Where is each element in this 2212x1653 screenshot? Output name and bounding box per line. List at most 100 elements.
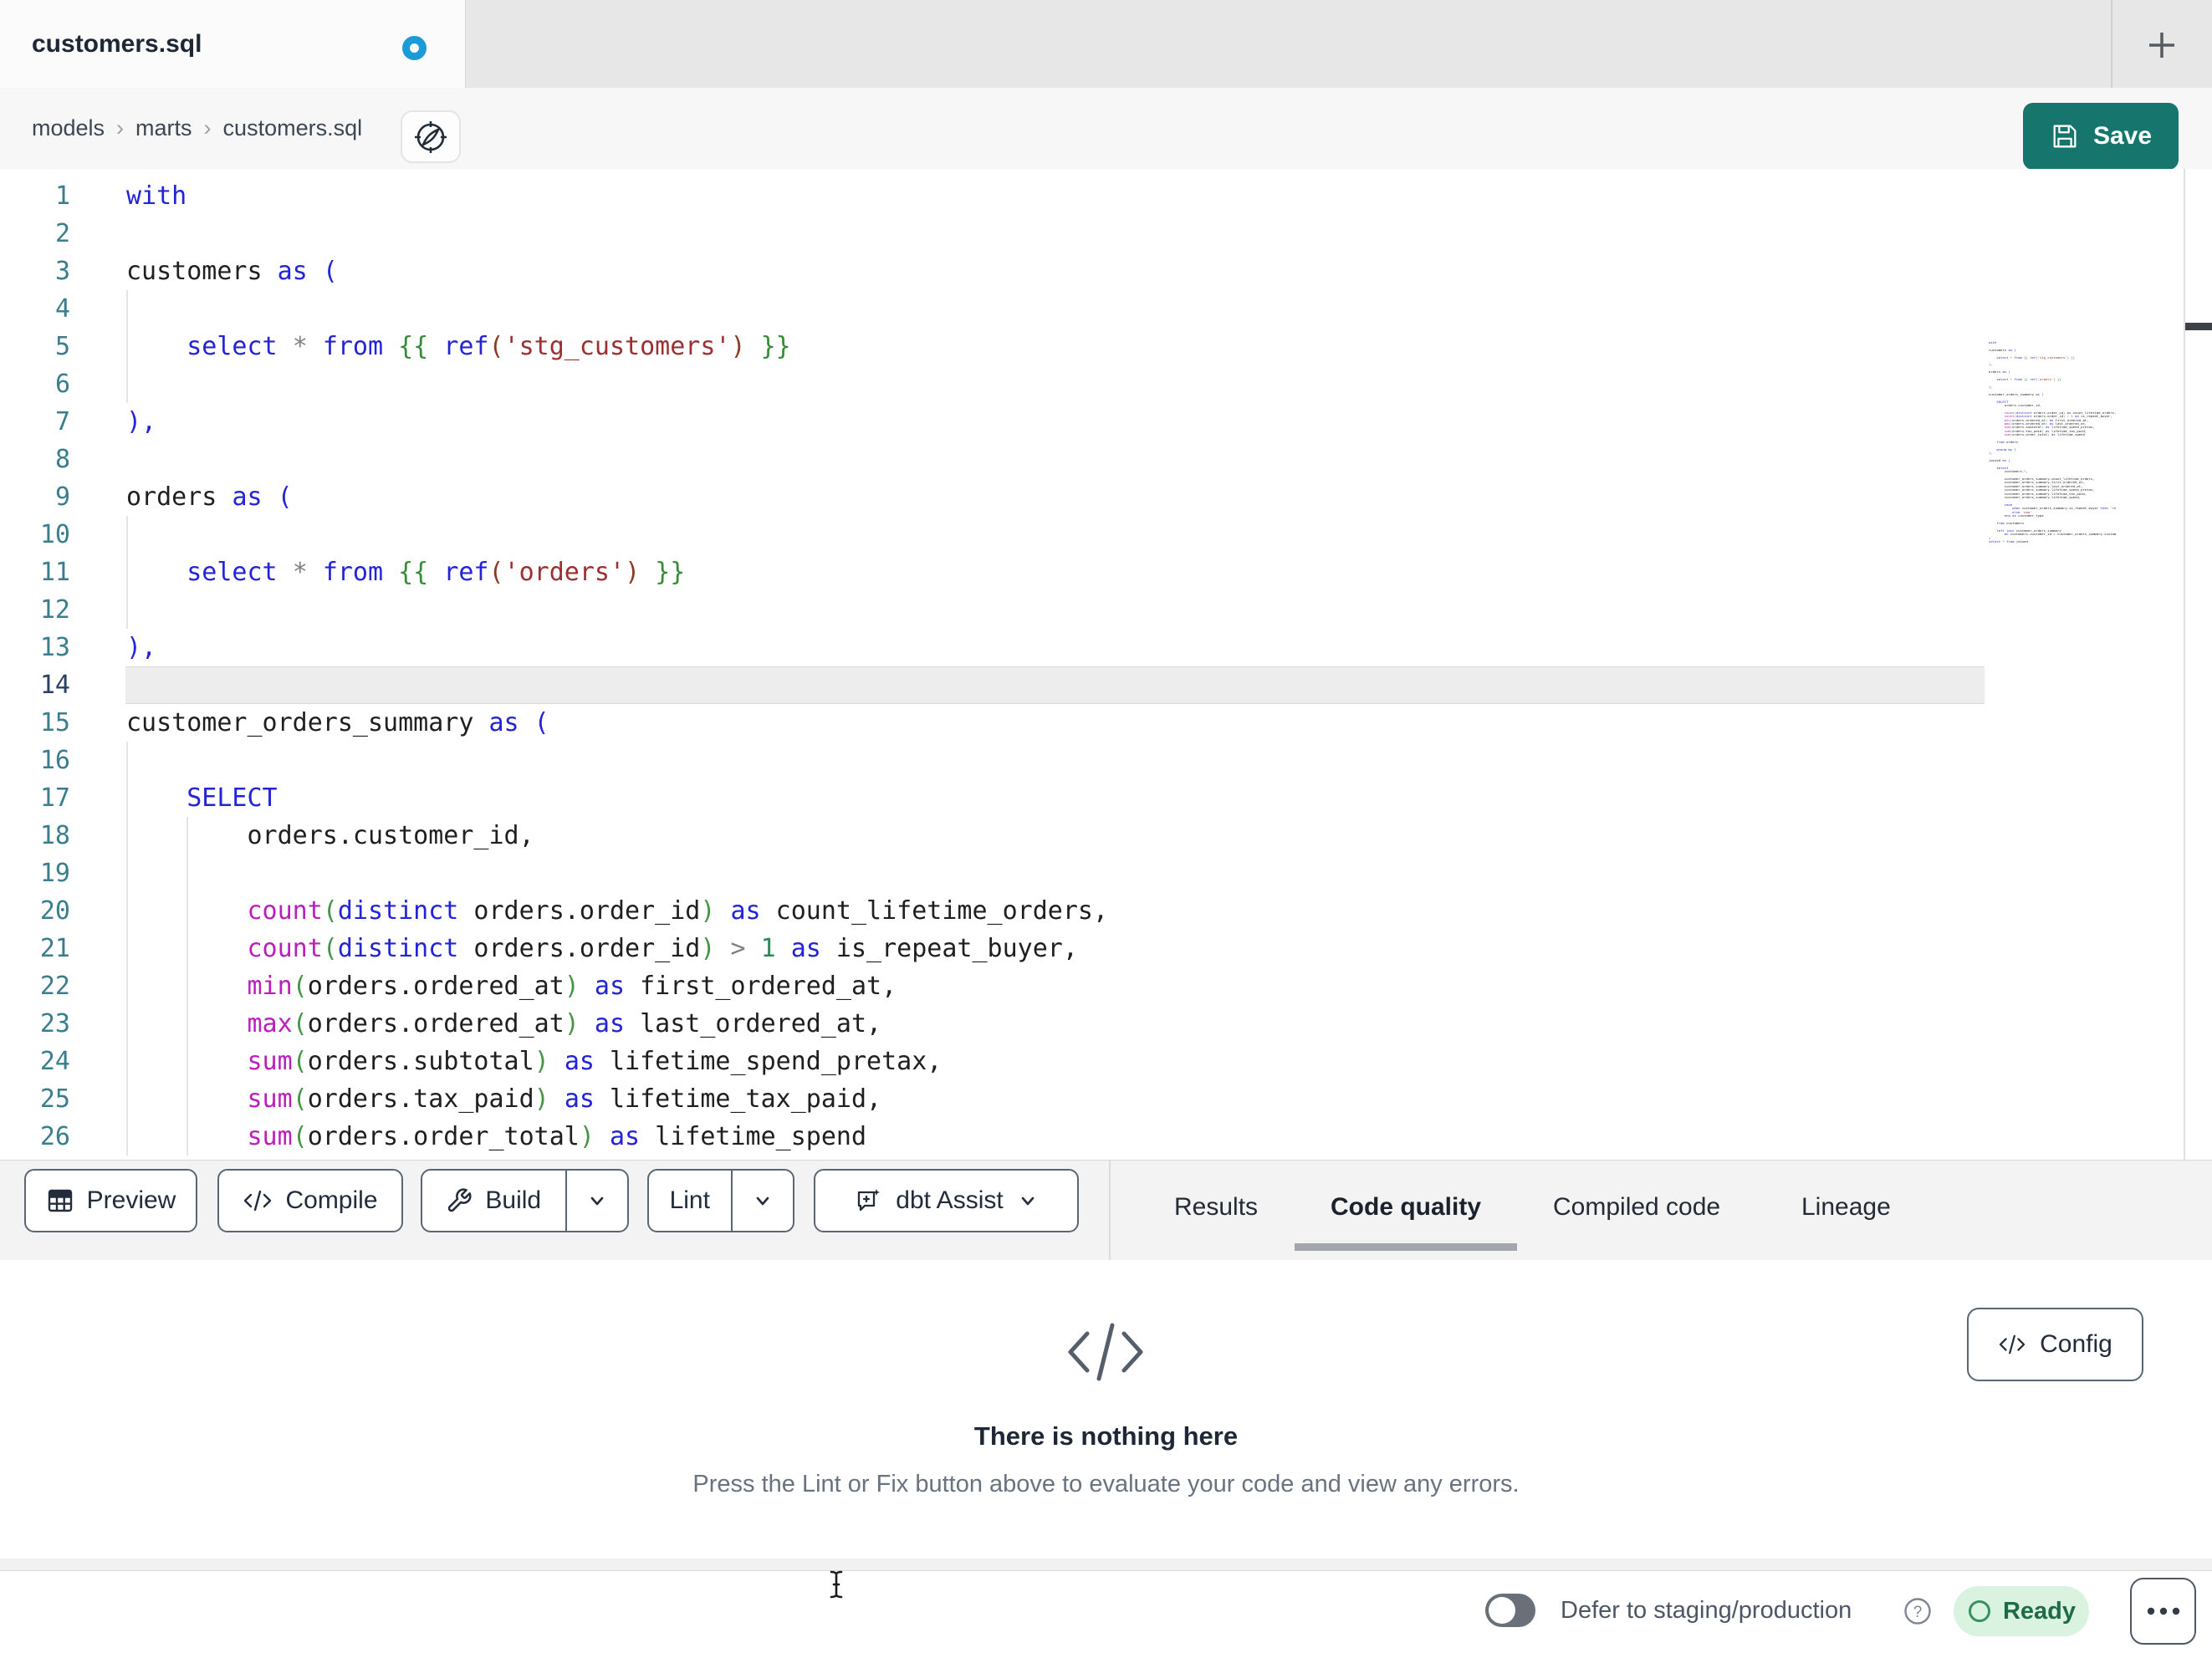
editor-scrollbar-track [2184,169,2185,1160]
compile-button-label: Compile [285,1186,378,1214]
code-line-9[interactable]: 9 orders as ( [0,478,2212,516]
code-editor[interactable]: 1 with 2 3 customers as (4 5 select * from … [0,169,2212,1160]
more-options-button[interactable] [2130,1578,2196,1645]
toggle-knob [1489,1597,1515,1624]
code-line-text: select * from {{ ref('stg_customers') }} [186,332,791,361]
line-number: 13 [39,633,70,662]
preview-button[interactable]: Preview [24,1169,197,1232]
code-line-text: sum(orders.subtotal) as lifetime_spend_p… [247,1047,943,1076]
breadcrumb-item-marts[interactable]: marts [135,115,192,140]
line-number: 6 [54,370,70,399]
status-circle-icon [1967,1599,1992,1624]
line-number: 19 [39,859,70,888]
code-line-3[interactable]: 3 customers as ( [0,253,2212,290]
dbt-assist-button[interactable]: dbt Assist [814,1169,1079,1232]
help-icon[interactable]: ? [1903,1597,1932,1625]
code-line-18[interactable]: 18 orders.customer_id, [0,817,2212,855]
code-line-5[interactable]: 5 select * from {{ ref('stg_customers') … [0,328,2212,365]
defer-toggle[interactable] [1485,1594,1535,1627]
breadcrumb-row: models › marts › customers.sql Save [0,88,2212,170]
code-line-text: customers as ( [126,257,338,286]
config-button[interactable]: Config [1967,1308,2143,1381]
line-number: 12 [39,595,70,625]
code-line-text: customer_orders_summary as ( [126,708,549,737]
save-button[interactable]: Save [2023,103,2179,170]
code-line-16[interactable]: 16 [0,742,2212,779]
compile-button[interactable]: Compile [217,1169,403,1232]
defer-label: Defer to staging/production [1561,1597,1852,1624]
code-line-2[interactable]: 2 [0,215,2212,253]
line-number: 10 [39,520,70,549]
code-line-11[interactable]: 11 select * from {{ ref('orders') }} [0,554,2212,591]
file-lineage-button[interactable] [401,110,461,163]
code-line-15[interactable]: 15 customer_orders_summary as ( [0,704,2212,742]
code-line-26[interactable]: 26 sum(orders.order_total) as lifetime_s… [0,1118,2212,1156]
code-line-4[interactable]: 4 [0,290,2212,328]
wrench-icon [446,1187,473,1214]
new-tab-button[interactable] [2142,25,2182,65]
ready-status-badge[interactable]: Ready [1954,1586,2089,1636]
code-line-text: with [126,181,187,211]
tab-compiled-code[interactable]: Compiled code [1553,1161,1720,1260]
line-number: 26 [39,1122,70,1151]
build-split-button: Build [421,1169,629,1232]
breadcrumb: models › marts › customers.sql [32,88,362,169]
code-line-24[interactable]: 24 sum(orders.subtotal) as lifetime_spen… [0,1043,2212,1080]
lint-dropdown-button[interactable] [733,1189,793,1212]
build-button[interactable]: Build [422,1186,565,1215]
dbt-assist-label: dbt Assist [896,1186,1004,1214]
code-icon [1065,1319,1146,1385]
assist-sparkle-chat-icon [853,1186,883,1216]
tab-lineage[interactable]: Lineage [1801,1161,1891,1260]
tabbar-divider [2111,0,2112,88]
code-line-19[interactable]: 19 [0,855,2212,892]
code-line-text: max(orders.ordered_at) as last_ordered_a… [247,1009,882,1038]
code-line-12[interactable]: 12 [0,591,2212,629]
editor-scrollbar-thumb[interactable] [2185,323,2212,330]
tab-customers-sql[interactable]: customers.sql [0,0,466,88]
build-dropdown-button[interactable] [567,1189,627,1212]
code-quality-panel: There is nothing here Press the Lint or … [0,1260,2212,1559]
code-line-17[interactable]: 17 SELECT [0,779,2212,817]
code-line-10[interactable]: 10 [0,516,2212,554]
editor-toolbar: Preview Compile Build Lint dbt Assist Re… [0,1160,2212,1261]
chevron-down-icon [751,1189,774,1212]
chevron-down-icon [585,1189,609,1212]
save-button-label: Save [2092,122,2153,150]
code-line-13[interactable]: 13), [0,629,2212,666]
code-line-23[interactable]: 23 max(orders.ordered_at) as last_ordere… [0,1005,2212,1043]
line-number: 7 [54,407,70,436]
code-line-8[interactable]: 8 [0,441,2212,478]
ready-status-label: Ready [2002,1597,2077,1625]
code-line-7[interactable]: 7), [0,403,2212,441]
line-number: 14 [39,671,70,700]
tab-results[interactable]: Results [1174,1161,1258,1260]
code-line-6[interactable]: 6 [0,365,2212,403]
plus-icon [2142,25,2182,65]
line-number: 25 [39,1084,70,1114]
code-line-21[interactable]: 21 count(distinct orders.order_id) > 1 a… [0,930,2212,967]
line-number: 5 [54,332,70,361]
editor-tab-bar: customers.sql [0,0,2212,89]
preview-button-label: Preview [86,1186,176,1214]
lint-button[interactable]: Lint [649,1186,731,1215]
line-number: 18 [39,821,70,850]
dbt-ide-window: customers.sql models › marts › customers.sql [0,0,2212,1653]
empty-state-title: There is nothing here [973,1421,1239,1451]
minimap[interactable]: with customers as ( select * from {{ ref… [1989,341,2116,550]
code-line-25[interactable]: 25 sum(orders.tax_paid) as lifetime_tax_… [0,1080,2212,1118]
code-line-22[interactable]: 22 min(orders.ordered_at) as first_order… [0,967,2212,1005]
unsaved-changes-dot [402,36,427,60]
build-button-label: Build [485,1186,542,1214]
code-line-text: count(distinct orders.order_id) as count… [247,896,1109,926]
code-line-text: SELECT [186,783,278,813]
breadcrumb-item-models[interactable]: models [32,115,105,140]
code-line-text: min(orders.ordered_at) as first_ordered_… [247,972,897,1001]
active-tab-underline [1295,1243,1517,1251]
code-line-14[interactable]: 14 [0,666,2212,704]
code-line-1[interactable]: 1 with [0,177,2212,215]
code-line-20[interactable]: 20 count(distinct orders.order_id) as co… [0,892,2212,930]
